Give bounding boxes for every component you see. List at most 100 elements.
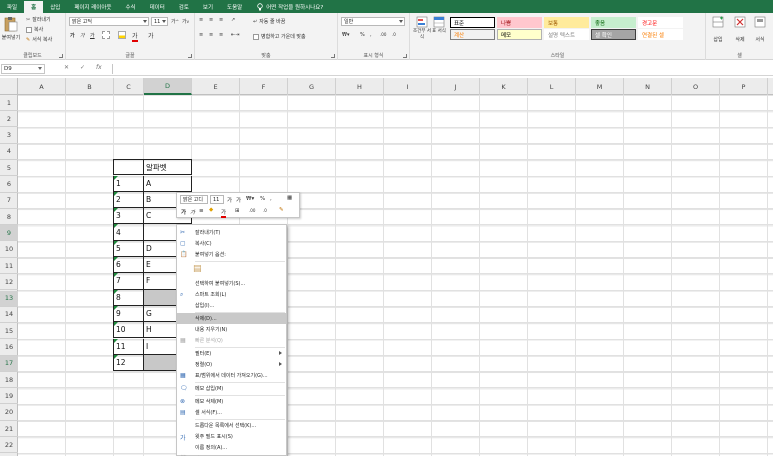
column-header-h[interactable]: H [336, 78, 384, 95]
column-header-j[interactable]: J [432, 78, 480, 95]
row-header-22[interactable]: 22 [0, 437, 18, 454]
menu-item-5[interactable]: ⌕ 스마트 조회(L) [177, 289, 286, 300]
mini-bold-button[interactable]: 가 [181, 208, 186, 216]
table-row-number[interactable]: 3 [113, 208, 144, 225]
tab-data[interactable]: 데이터 [143, 1, 172, 13]
tab-file[interactable]: 파일 [0, 1, 24, 13]
mini-font-grow-button[interactable]: 가 [227, 196, 232, 204]
menu-item-10[interactable]: 필터(E) [177, 348, 286, 359]
row-header-10[interactable]: 10 [0, 242, 18, 258]
format-cells-button[interactable]: 서식 [754, 16, 766, 43]
mini-font-color-icon[interactable]: 가 [221, 208, 227, 218]
comma-button[interactable]: , [370, 32, 372, 38]
font-grow-button[interactable]: 가 ^ [171, 18, 179, 25]
tab-review[interactable]: 검토 [172, 1, 196, 13]
row-header-3[interactable]: 3 [0, 128, 18, 144]
column-header-m[interactable]: M [576, 78, 624, 95]
column-header-i[interactable]: I [384, 78, 432, 95]
cell-style-9[interactable]: 연결된 셀 [638, 29, 683, 40]
row-header-19[interactable]: 19 [0, 388, 18, 405]
cell-style-3[interactable]: 좋음 [591, 17, 636, 28]
menu-item-11[interactable]: 정렬(O) [177, 359, 286, 370]
name-box[interactable]: D9 [1, 64, 45, 74]
menu-item-16[interactable]: 드롭다운 목록에서 선택(K)... [177, 420, 286, 431]
align-left-button[interactable]: ≡ [199, 32, 203, 38]
column-header-o[interactable]: O [672, 78, 720, 95]
row-header-21[interactable]: 21 [0, 421, 18, 437]
menu-item-13[interactable]: 🗨 메모 삽입(M) [177, 383, 286, 394]
font-shrink-button[interactable]: 가v [182, 18, 189, 25]
row-header-6[interactable]: 6 [0, 177, 18, 193]
increase-decimal-button[interactable]: .00 [380, 32, 386, 37]
cell-style-6[interactable]: 메모 [497, 29, 542, 40]
align-bottom-button[interactable]: ≡ [219, 17, 223, 23]
formula-input[interactable] [112, 64, 772, 74]
row-header-17[interactable]: 17 [0, 355, 18, 372]
table-row-number[interactable]: 1 [113, 175, 144, 192]
format-painter-button[interactable]: ✎ 서식 복사 [26, 36, 52, 44]
menu-item-7[interactable]: 삭제(D)... [177, 313, 286, 324]
merge-center-button[interactable]: 병합하고 가운데 맞춤 [253, 33, 306, 40]
align-right-button[interactable]: ≡ [219, 32, 223, 38]
enter-icon[interactable]: ✓ [80, 64, 85, 71]
cell-style-5[interactable]: 계산 [450, 29, 495, 40]
underline-button[interactable]: 가 [90, 32, 95, 39]
align-center-button[interactable]: ≡ [209, 32, 213, 38]
mini-border-icon[interactable]: ⊞ [235, 208, 240, 214]
dialog-launcher-icon[interactable] [403, 54, 407, 58]
mini-decrease-decimal-button[interactable]: .0 [263, 208, 267, 213]
table-row-number[interactable]: 8 [113, 289, 144, 306]
tab-insert[interactable]: 삽입 [43, 1, 67, 13]
dialog-launcher-icon[interactable] [188, 54, 192, 58]
table-header-alphabet[interactable]: 알파벳 [143, 159, 192, 176]
worksheet-grid[interactable]: 알파벳 1 A 2 B 3 C 4 5 D 6 E 7 F 8 9 G 10 H 11 I 12 [18, 95, 773, 456]
align-middle-button[interactable]: ≡ [209, 17, 213, 23]
mini-format-icon[interactable]: ▦ [287, 195, 292, 201]
column-header-b[interactable]: B [66, 78, 114, 95]
row-header-20[interactable]: 20 [0, 405, 18, 421]
dialog-launcher-icon[interactable] [59, 54, 63, 58]
row-header-1[interactable]: 1 [0, 95, 18, 111]
row-header-7[interactable]: 7 [0, 193, 18, 209]
tab-help[interactable]: 도움말 [220, 1, 249, 13]
italic-button[interactable]: 가 [80, 32, 85, 39]
menu-item-3[interactable]: ▤ [177, 262, 286, 278]
table-row-number[interactable]: 2 [113, 191, 144, 209]
cell-style-8[interactable]: 셀 확인 [591, 29, 636, 40]
decrease-decimal-button[interactable]: .0 [392, 32, 396, 37]
insert-cells-button[interactable]: 삽입 [712, 16, 724, 43]
menu-item-8[interactable]: 내용 지우기(N) [177, 324, 286, 335]
mini-accounting-button[interactable]: ₩▾ [246, 196, 254, 202]
font-size-combo[interactable]: 11 [151, 17, 168, 26]
menu-item-2[interactable]: 📋 붙여넣기 옵션: [177, 249, 286, 260]
mini-percent-button[interactable]: % [260, 196, 265, 202]
percent-button[interactable]: % [360, 32, 365, 38]
cut-button[interactable]: ✂ 잘라내기 [26, 16, 51, 24]
row-header-5[interactable]: 5 [0, 160, 18, 177]
table-row-number[interactable]: 12 [113, 354, 144, 372]
row-header-18[interactable]: 18 [0, 372, 18, 389]
mini-italic-button[interactable]: 가 [190, 208, 195, 216]
row-header-14[interactable]: 14 [0, 307, 18, 323]
tab-page-layout[interactable]: 페이지 레이아웃 [67, 1, 118, 13]
menu-item-17[interactable]: 가 윗주 필드 표시(S) [177, 431, 286, 442]
column-header-l[interactable]: L [528, 78, 576, 95]
cancel-icon[interactable]: ✕ [64, 64, 69, 71]
select-all-corner[interactable] [0, 78, 18, 95]
table-header-blank[interactable] [113, 159, 144, 176]
phonetic-button[interactable]: 가 [148, 31, 154, 40]
mini-fill-color-icon[interactable]: ◆ [209, 207, 213, 213]
cell-style-7[interactable]: 설명 텍스트 [544, 29, 589, 40]
align-top-button[interactable]: ≡ [199, 17, 203, 23]
mini-font-combo[interactable]: 맑은 고디 [180, 195, 208, 204]
menu-item-14[interactable]: ⊗ 메모 삭제(M) [177, 396, 286, 407]
row-header-11[interactable]: 11 [0, 258, 18, 274]
column-header-d[interactable]: D [144, 78, 192, 95]
table-row-letter[interactable]: A [143, 175, 192, 192]
menu-item-6[interactable]: 삽입(I)... [177, 300, 286, 311]
column-header-k[interactable]: K [480, 78, 528, 95]
table-row-number[interactable]: 7 [113, 273, 144, 290]
mini-comma-button[interactable]: , [270, 196, 272, 202]
table-row-number[interactable]: 10 [113, 322, 144, 339]
column-header-c[interactable]: C [114, 78, 144, 95]
